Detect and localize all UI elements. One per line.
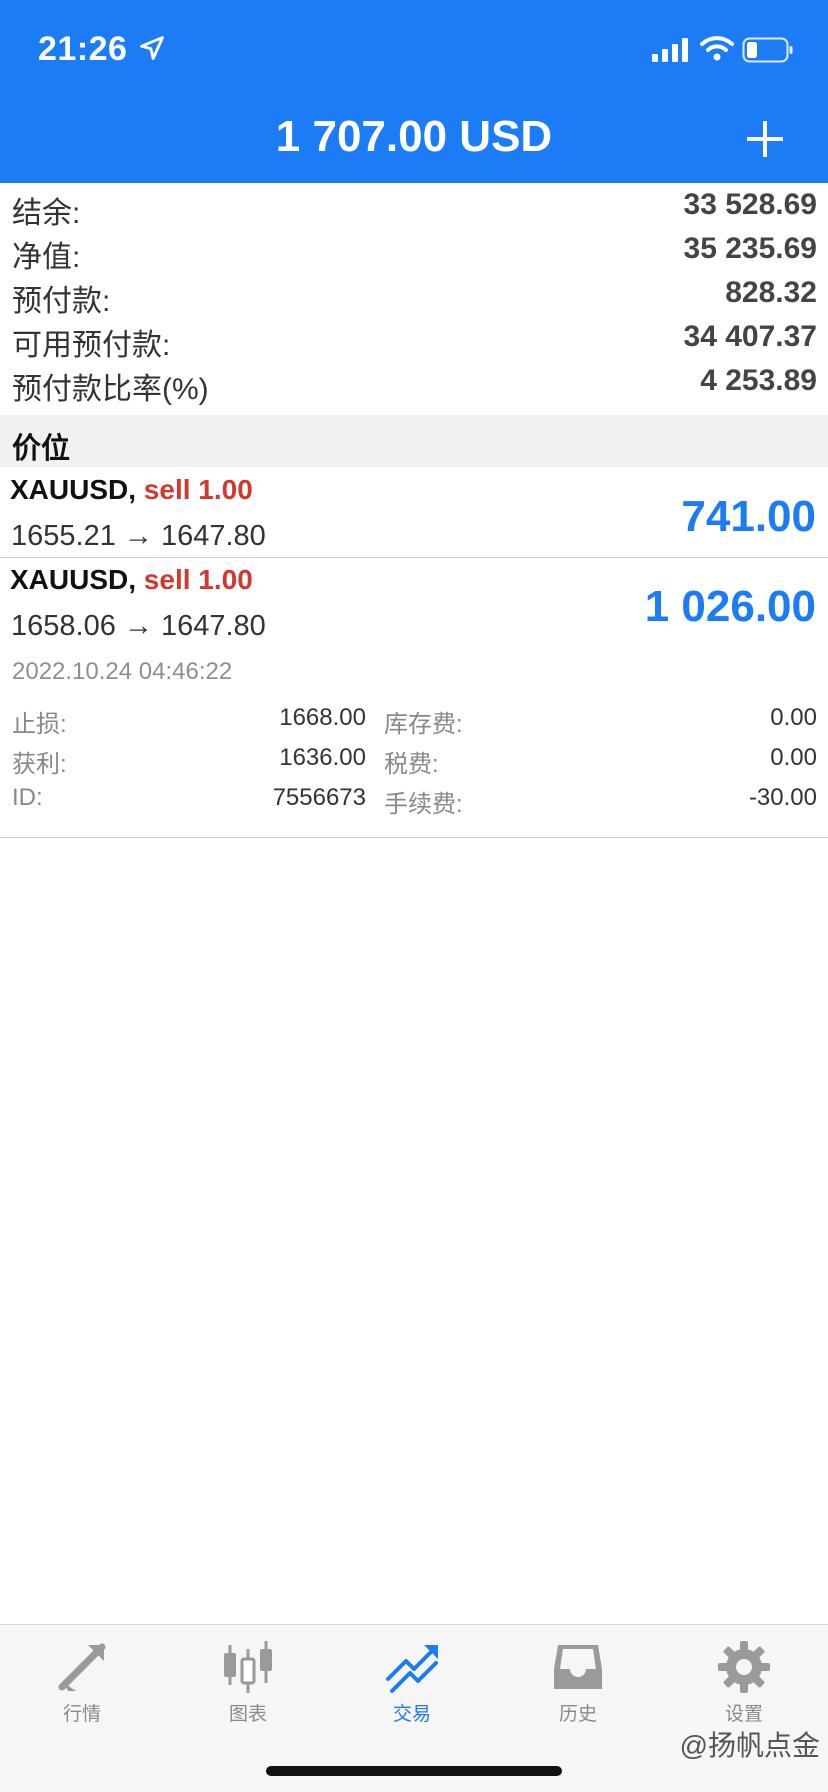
summary-label: 预付款: xyxy=(12,285,111,318)
position-symbol: XAUUSD, xyxy=(10,474,137,505)
tab-label: 行情 xyxy=(62,1704,101,1725)
watermark-text: @扬帆点金 xyxy=(679,1730,820,1761)
summary-value: 4 253.89 xyxy=(700,364,817,397)
position-row[interactable]: XAUUSD, sell 1.00 1655.21 → 1647.80 741.… xyxy=(0,474,828,556)
detail-label: 税费: xyxy=(384,751,439,778)
balance-header-title: 1 707.00 USD xyxy=(275,112,553,161)
trade-trend-icon xyxy=(386,1645,438,1693)
tab-charts[interactable]: 图表 xyxy=(188,1639,308,1739)
position-row-expanded[interactable]: XAUUSD, sell 1.00 1658.06 → 1647.80 1 02… xyxy=(0,564,828,646)
home-indicator[interactable] xyxy=(266,1766,562,1776)
tab-trade[interactable]: 交易 xyxy=(352,1639,472,1739)
row-divider xyxy=(0,557,828,558)
row-divider xyxy=(0,837,828,838)
tab-label: 图表 xyxy=(228,1704,267,1725)
location-arrow-icon xyxy=(140,36,164,60)
summary-value: 34 407.37 xyxy=(683,320,817,353)
position-side: sell 1.00 xyxy=(143,474,253,505)
summary-row-balance: 结余: 33 528.69 xyxy=(0,188,828,232)
detail-label: ID: xyxy=(12,784,43,811)
detail-row-takeprofit: 获利: 1636.00 税费: 0.00 xyxy=(0,744,828,780)
detail-value: -30.00 xyxy=(748,784,817,811)
position-symbol: XAUUSD, xyxy=(10,564,137,595)
position-profit: 1 026.00 xyxy=(644,582,816,631)
detail-value: 1636.00 xyxy=(279,744,366,771)
summary-row-equity: 净值: 35 235.69 xyxy=(0,232,828,276)
battery-icon xyxy=(742,37,793,63)
tab-history[interactable]: 历史 xyxy=(518,1639,638,1739)
detail-label: 手续费: xyxy=(384,791,463,818)
detail-value: 0.00 xyxy=(770,744,817,771)
summary-value: 33 528.69 xyxy=(683,188,817,221)
position-symbol-line: XAUUSD, sell 1.00 xyxy=(10,474,253,506)
inbox-history-icon xyxy=(554,1645,602,1689)
position-side: sell 1.00 xyxy=(143,564,253,595)
summary-row-free-margin: 可用预付款: 34 407.37 xyxy=(0,320,828,364)
detail-label: 止损: xyxy=(12,711,67,738)
position-symbol-line: XAUUSD, sell 1.00 xyxy=(10,564,253,596)
detail-row-id: ID: 7556673 手续费: -30.00 xyxy=(0,784,828,820)
summary-value: 35 235.69 xyxy=(683,232,817,265)
cell-signal-icon xyxy=(652,38,688,62)
detail-label: 库存费: xyxy=(384,711,463,738)
position-open-time: 2022.10.24 04:46:22 xyxy=(12,658,233,685)
positions-section-header: 价位 xyxy=(0,415,828,467)
summary-label: 结余: xyxy=(12,197,81,230)
position-prices: 1655.21 → 1647.80 xyxy=(11,520,266,552)
summary-row-margin: 预付款: 828.32 xyxy=(0,276,828,320)
tab-label: 设置 xyxy=(724,1704,763,1725)
top-bar: 21:26 1 707.00 USD xyxy=(0,0,828,183)
summary-label: 净值: xyxy=(12,241,81,274)
candlestick-icon xyxy=(224,1641,272,1693)
tab-label: 历史 xyxy=(558,1704,597,1725)
wifi-icon xyxy=(700,36,734,61)
tab-quotes[interactable]: 行情 xyxy=(22,1639,142,1739)
section-title: 价位 xyxy=(12,433,71,465)
tab-label: 交易 xyxy=(392,1704,431,1725)
plus-icon[interactable] xyxy=(744,118,786,160)
detail-value: 0.00 xyxy=(770,704,817,731)
detail-value: 7556673 xyxy=(272,784,366,811)
position-profit: 741.00 xyxy=(681,492,816,541)
quotes-arrows-icon xyxy=(58,1643,106,1691)
status-time: 21:26 xyxy=(38,30,128,68)
summary-row-margin-level: 预付款比率(%) 4 253.89 xyxy=(0,364,828,408)
summary-label: 预付款比率(%) xyxy=(12,373,209,406)
summary-value: 828.32 xyxy=(725,276,817,309)
detail-label: 获利: xyxy=(12,751,67,778)
summary-label: 可用预付款: xyxy=(12,329,171,362)
position-prices: 1658.06 → 1647.80 xyxy=(11,610,266,642)
detail-row-stoploss: 止损: 1668.00 库存费: 0.00 xyxy=(0,704,828,740)
detail-value: 1668.00 xyxy=(279,704,366,731)
gear-icon xyxy=(718,1641,770,1693)
account-summary: 结余: 33 528.69 净值: 35 235.69 预付款: 828.32 … xyxy=(0,188,828,408)
